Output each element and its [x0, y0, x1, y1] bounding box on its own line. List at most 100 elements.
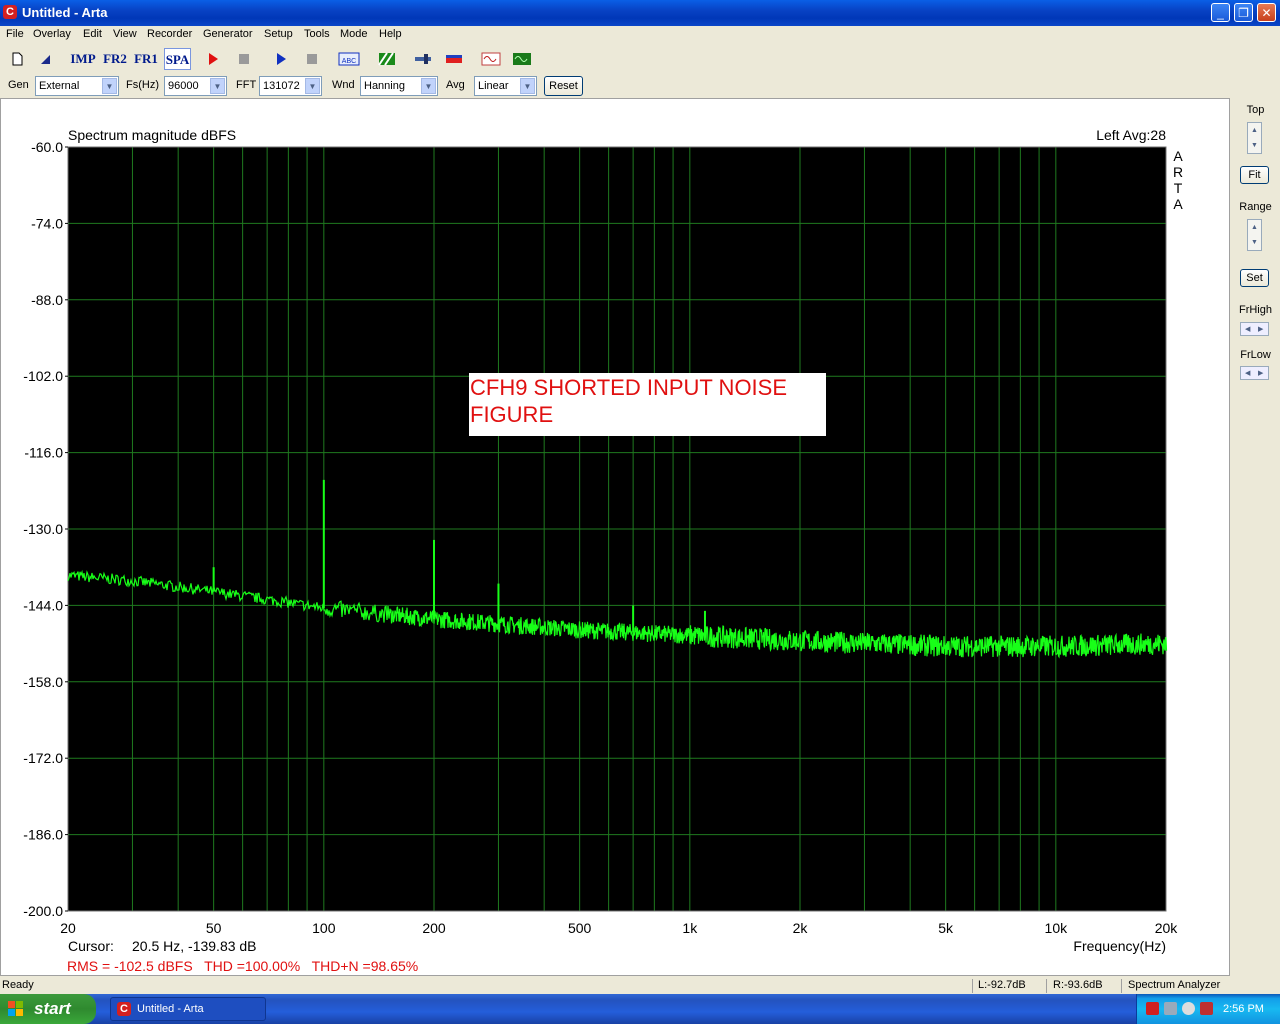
sample-rate-select[interactable]: 96000 ▼ — [164, 76, 227, 96]
menu-overlay[interactable]: Overlay — [33, 28, 71, 40]
stop-button[interactable] — [233, 48, 255, 70]
scope-button[interactable] — [511, 48, 533, 70]
plot-panel[interactable]: Spectrum magnitude dBFS Left Avg:28 20 50… — [0, 98, 1230, 976]
cursor-label: Cursor: — [68, 938, 114, 954]
side-panel: Top ▲ ▼ Fit Range ▲ ▼ Set FrHigh ◀ ▶ FrLow … — [1231, 98, 1280, 976]
chevron-up-icon[interactable]: ▲ — [1248, 220, 1261, 235]
chevron-down-icon[interactable]: ▼ — [210, 78, 225, 94]
sample-rate-value: 96000 — [168, 80, 199, 92]
y-tick-label: -102.0 — [23, 368, 63, 384]
avg-label: Avg — [446, 79, 465, 91]
chevron-up-icon[interactable]: ▲ — [1248, 123, 1261, 138]
chevron-down-icon[interactable]: ▼ — [1248, 235, 1261, 250]
chevron-left-icon[interactable]: ◀ — [1245, 369, 1250, 377]
fr2-mode-button[interactable]: FR2 — [102, 48, 128, 70]
frhigh-spinner[interactable]: ◀ ▶ — [1240, 322, 1269, 336]
record-button[interactable] — [202, 48, 224, 70]
fft-size-select[interactable]: 131072 ▼ — [259, 76, 322, 96]
x-tick-label: 2k — [793, 920, 809, 936]
taskbar: start C Untitled - Arta 2:56 PM — [0, 994, 1280, 1024]
chevron-down-icon[interactable]: ▼ — [520, 78, 535, 94]
taskbar-item-label: Untitled - Arta — [137, 1003, 204, 1015]
scope-icon — [513, 53, 531, 65]
top-spinner[interactable]: ▲ ▼ — [1247, 122, 1262, 154]
menu-setup[interactable]: Setup — [264, 28, 293, 40]
antivirus-icon[interactable] — [1200, 1002, 1213, 1015]
annotation-line-1: CFH9 SHORTED INPUT NOISE — [470, 375, 787, 400]
watermark-letter: T — [1174, 180, 1183, 196]
restore-button[interactable]: ❐ — [1234, 3, 1253, 22]
volume-icon[interactable] — [1182, 1002, 1195, 1015]
window-select[interactable]: Hanning ▼ — [360, 76, 438, 96]
arta-watermark: A R T A — [1173, 148, 1183, 212]
stop-icon — [307, 54, 317, 64]
chevron-down-icon[interactable]: ▼ — [421, 78, 436, 94]
abc-button[interactable]: ABC — [337, 48, 361, 70]
close-button[interactable]: ✕ — [1257, 3, 1276, 22]
chevron-right-icon[interactable]: ▶ — [1258, 325, 1263, 333]
range-spinner[interactable]: ▲ ▼ — [1247, 219, 1262, 251]
frlow-label: FrLow — [1240, 349, 1271, 361]
menu-mode[interactable]: Mode — [340, 28, 368, 40]
fit-button[interactable]: Fit — [1240, 166, 1269, 184]
fft-label: FFT — [236, 79, 257, 91]
menu-help[interactable]: Help — [379, 28, 402, 40]
generator-play-button[interactable] — [270, 48, 292, 70]
spectrum-chart[interactable]: Spectrum magnitude dBFS Left Avg:28 20 50… — [1, 99, 1229, 975]
x-tick-label: 5k — [938, 920, 954, 936]
x-tick-label: 1k — [682, 920, 698, 936]
sine-generator-button[interactable] — [480, 48, 502, 70]
generator-stop-button[interactable] — [301, 48, 323, 70]
security-shield-icon[interactable] — [1146, 1002, 1159, 1015]
level-button[interactable] — [443, 48, 465, 70]
title-bar[interactable]: C Untitled - Arta _ ❐ ✕ — [0, 0, 1280, 26]
clock[interactable]: 2:56 PM — [1223, 1003, 1264, 1015]
watermark-letter: A — [1173, 148, 1183, 164]
chevron-down-icon[interactable]: ▼ — [1248, 138, 1261, 153]
x-tick-label: 20k — [1155, 920, 1179, 936]
chevron-down-icon[interactable]: ▼ — [305, 78, 320, 94]
start-button[interactable]: start — [0, 994, 96, 1024]
menu-view[interactable]: View — [113, 28, 137, 40]
impulse-mode-button[interactable]: IMP — [70, 48, 96, 70]
fr1-mode-button[interactable]: FR1 — [133, 48, 159, 70]
app-icon[interactable]: C — [3, 5, 17, 19]
taskbar-item-arta[interactable]: C Untitled - Arta — [110, 997, 266, 1021]
system-tray: 2:56 PM — [1136, 994, 1280, 1024]
y-tick-label: -200.0 — [23, 903, 63, 919]
new-file-button[interactable] — [6, 48, 28, 70]
set-button[interactable]: Set — [1240, 269, 1269, 287]
fs-label: Fs(Hz) — [126, 79, 159, 91]
menu-file[interactable]: File — [6, 28, 24, 40]
start-label: start — [34, 999, 71, 1018]
open-button[interactable] — [34, 48, 56, 70]
right-level: R:-93.6dB — [1053, 979, 1103, 991]
chevron-left-icon[interactable]: ◀ — [1245, 325, 1250, 333]
slider-button[interactable] — [412, 48, 434, 70]
y-tick-label: -116.0 — [24, 445, 63, 461]
hatch-button[interactable] — [376, 48, 398, 70]
chevron-down-icon[interactable]: ▼ — [102, 78, 117, 94]
status-divider — [972, 979, 973, 993]
windows-logo-icon — [8, 1001, 23, 1016]
reset-button[interactable]: Reset — [544, 76, 583, 96]
x-tick-label: 500 — [568, 920, 592, 936]
menu-recorder[interactable]: Recorder — [147, 28, 192, 40]
generator-value: External — [39, 80, 80, 92]
left-level: L:-92.7dB — [978, 979, 1026, 991]
frlow-spinner[interactable]: ◀ ▶ — [1240, 366, 1269, 380]
watermark-letter: R — [1173, 164, 1183, 180]
toolbar: IMP FR2 FR1 SPA ABC — [0, 46, 1280, 72]
status-bar: Ready L:-92.7dB R:-93.6dB Spectrum Analy… — [0, 978, 1280, 994]
minimize-button[interactable]: _ — [1211, 3, 1230, 22]
menu-generator[interactable]: Generator — [203, 28, 253, 40]
menu-tools[interactable]: Tools — [304, 28, 330, 40]
x-tick-label: 100 — [312, 920, 336, 936]
network-icon[interactable] — [1164, 1002, 1177, 1015]
menu-edit[interactable]: Edit — [83, 28, 102, 40]
x-tick-label: 10k — [1045, 920, 1069, 936]
averaging-select[interactable]: Linear ▼ — [474, 76, 537, 96]
generator-select[interactable]: External ▼ — [35, 76, 119, 96]
spectrum-mode-button[interactable]: SPA — [164, 48, 191, 70]
chevron-right-icon[interactable]: ▶ — [1258, 369, 1263, 377]
